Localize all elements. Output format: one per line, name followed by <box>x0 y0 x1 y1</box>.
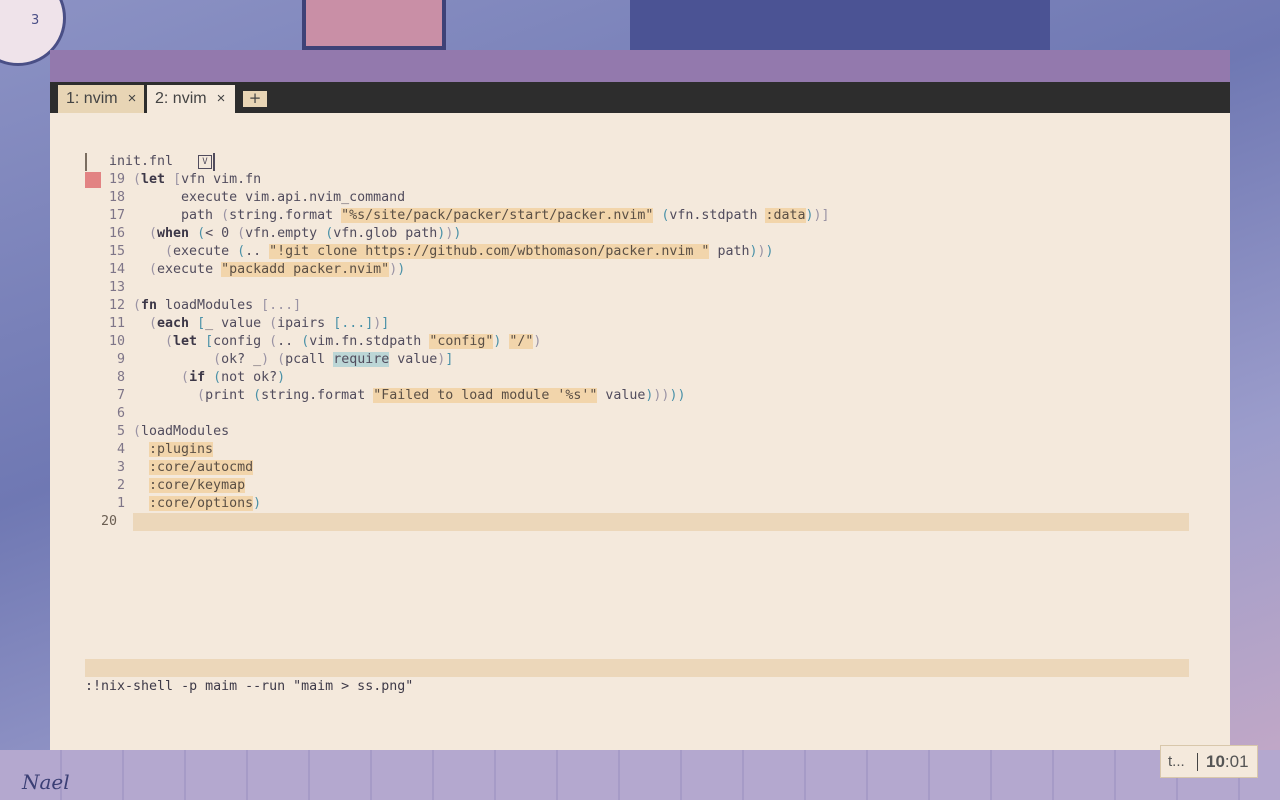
code-line[interactable]: 2 :core/keymap <box>85 477 1189 495</box>
tab-1-nvim[interactable]: 1: nvim × <box>58 85 144 113</box>
line-text[interactable]: (let [vfn vim.fn <box>133 171 261 189</box>
line-text[interactable] <box>133 513 1189 531</box>
tray-divider <box>1197 753 1198 771</box>
line-number: 4 <box>116 442 125 457</box>
line-number: 18 <box>108 190 125 205</box>
line-text[interactable]: (let [config (.. (vim.fn.stdpath "config… <box>133 333 541 351</box>
system-tray: t... 10:01 <box>1160 745 1258 778</box>
line-text[interactable]: path (string.format "%s/site/pack/packer… <box>133 207 830 225</box>
code-line[interactable]: 11 (each [_ value (ipairs [...])] <box>85 315 1189 333</box>
code-line[interactable]: 17 path (string.format "%s/site/pack/pac… <box>85 207 1189 225</box>
clock-hour: 10 <box>1206 752 1225 771</box>
line-number: 16 <box>108 226 125 241</box>
line-number: 5 <box>116 424 125 439</box>
line-text[interactable]: (print (string.format "Failed to load mo… <box>133 387 685 405</box>
clock-minutes: :01 <box>1224 752 1249 771</box>
line-number: 11 <box>108 316 125 331</box>
line-number: 20 <box>100 514 117 529</box>
line-number: 17 <box>108 208 125 223</box>
line-number: 19 <box>108 172 125 187</box>
code-line[interactable]: 20 <box>85 513 1189 531</box>
line-text[interactable]: :core/autocmd <box>133 459 254 477</box>
line-text[interactable]: execute vim.api.nvim_command <box>133 189 405 207</box>
line-text[interactable]: :core/options) <box>133 495 261 513</box>
code-line[interactable]: 13 <box>85 279 1189 297</box>
status-line <box>85 659 1189 677</box>
code-line[interactable]: 1 :core/options) <box>85 495 1189 513</box>
line-number: 3 <box>116 460 125 475</box>
buffer-line: init.fnl V <box>85 153 1189 171</box>
code-line[interactable]: 16 (when (< 0 (vfn.empty (vfn.glob path)… <box>85 225 1189 243</box>
code-line[interactable]: 3 :core/autocmd <box>85 459 1189 477</box>
line-number: 8 <box>116 370 125 385</box>
line-text[interactable]: (fn loadModules [...] <box>133 297 301 315</box>
line-number: 6 <box>116 406 125 421</box>
title-bar[interactable] <box>50 50 1230 82</box>
wallpaper-frame <box>302 0 446 50</box>
line-number: 2 <box>116 478 125 493</box>
line-text[interactable]: (each [_ value (ipairs [...])] <box>133 315 389 333</box>
line-number: 1 <box>116 496 125 511</box>
wallpaper-signature: Nael <box>22 770 70 794</box>
line-text[interactable]: (when (< 0 (vfn.empty (vfn.glob path))) <box>133 225 461 243</box>
wallpaper-clock-digit: 3 <box>31 13 40 28</box>
code-line[interactable]: 18 execute vim.api.nvim_command <box>85 189 1189 207</box>
code-line[interactable]: 9 (ok? _) (pcall require value)] <box>85 351 1189 369</box>
code-line[interactable]: 12 (fn loadModules [...] <box>85 297 1189 315</box>
close-icon[interactable]: × <box>217 90 226 107</box>
code-area[interactable]: 19 (let [vfn vim.fn 18 execute vim.api.nvi… <box>85 171 1189 531</box>
editor[interactable]: init.fnl V 19 (let [vfn vim.fn 18 execute … <box>85 153 1189 531</box>
buffer-name[interactable]: init.fnl <box>109 153 173 171</box>
tab-bar: 1: nvim × 2: nvim × + <box>50 82 1230 113</box>
wallpaper-window <box>630 0 1050 50</box>
tray-task[interactable]: t... <box>1168 746 1185 777</box>
line-text[interactable]: (execute "packadd packer.nvim")) <box>133 261 405 279</box>
code-line[interactable]: 4 :plugins <box>85 441 1189 459</box>
code-line[interactable]: 19 (let [vfn vim.fn <box>85 171 1189 189</box>
new-tab-button[interactable]: + <box>243 91 267 107</box>
line-text[interactable]: :core/keymap <box>133 477 246 495</box>
tab-label: 2: nvim <box>155 90 207 107</box>
tab-2-nvim[interactable]: 2: nvim × <box>147 85 235 113</box>
code-line[interactable]: 15 (execute (.. "!git clone https://gith… <box>85 243 1189 261</box>
filetype-icon: V <box>198 155 212 169</box>
line-text[interactable]: (execute (.. "!git clone https://github.… <box>133 243 774 261</box>
line-text[interactable]: :plugins <box>133 441 214 459</box>
code-line[interactable]: 14 (execute "packadd packer.nvim")) <box>85 261 1189 279</box>
line-text[interactable]: (if (not ok?) <box>133 369 285 387</box>
line-number: 14 <box>108 262 125 277</box>
line-text[interactable]: (ok? _) (pcall require value)] <box>133 351 453 369</box>
code-line[interactable]: 10 (let [config (.. (vim.fn.stdpath "con… <box>85 333 1189 351</box>
line-number: 15 <box>108 244 125 259</box>
line-number: 7 <box>116 388 125 403</box>
code-line[interactable]: 7 (print (string.format "Failed to load … <box>85 387 1189 405</box>
tab-label: 1: nvim <box>66 90 118 107</box>
line-number: 9 <box>116 352 125 367</box>
buffer-marker <box>85 153 87 171</box>
diagnostic-sign-icon <box>85 172 101 188</box>
code-line[interactable]: 6 <box>85 405 1189 423</box>
buffer-separator <box>213 153 215 171</box>
line-number: 13 <box>108 280 125 295</box>
line-number: 10 <box>108 334 125 349</box>
close-icon[interactable]: × <box>128 90 137 107</box>
terminal-window: 1: nvim × 2: nvim × + init.fnl V 19 (let [v… <box>50 50 1230 750</box>
wallpaper-floor <box>0 750 1280 800</box>
line-text[interactable]: (loadModules <box>133 423 229 441</box>
clock: 10:01 <box>1206 746 1249 777</box>
code-line[interactable]: 5 (loadModules <box>85 423 1189 441</box>
line-number: 12 <box>108 298 125 313</box>
code-line[interactable]: 8 (if (not ok?) <box>85 369 1189 387</box>
command-line[interactable]: :!nix-shell -p maim --run "maim > ss.png… <box>85 678 413 696</box>
